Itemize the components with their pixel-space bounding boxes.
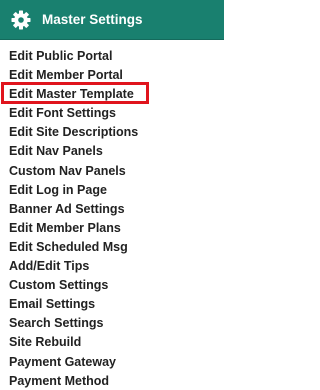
menu-item-banner-ad-settings[interactable]: Banner Ad Settings	[0, 200, 224, 219]
menu-item-site-rebuild[interactable]: Site Rebuild	[0, 333, 224, 352]
menu-item-custom-nav-panels[interactable]: Custom Nav Panels	[0, 162, 224, 181]
menu-item-edit-font-settings[interactable]: Edit Font Settings	[0, 104, 224, 123]
menu-item-edit-log-in-page[interactable]: Edit Log in Page	[0, 181, 224, 200]
panel-header[interactable]: Master Settings	[0, 0, 224, 40]
menu-item-payment-gateway[interactable]: Payment Gateway	[0, 353, 224, 372]
menu-item-label: Edit Member Portal	[9, 68, 123, 83]
menu-item-label: Email Settings	[9, 297, 96, 312]
menu-item-edit-scheduled-msg[interactable]: Edit Scheduled Msg	[0, 238, 224, 257]
gear-icon	[11, 10, 31, 30]
menu-item-label: Edit Site Descriptions	[9, 125, 139, 140]
menu-item-edit-public-portal[interactable]: Edit Public Portal	[0, 47, 224, 66]
menu-item-label: Custom Settings	[9, 278, 109, 293]
menu-item-edit-member-plans[interactable]: Edit Member Plans	[0, 219, 224, 238]
menu-item-label: Edit Master Template	[9, 87, 134, 102]
master-settings-panel: Master Settings Edit Public Portal Edit …	[0, 0, 224, 390]
menu-item-edit-nav-panels[interactable]: Edit Nav Panels	[0, 142, 224, 161]
menu-item-edit-master-template[interactable]: Edit Master Template	[0, 82, 224, 105]
menu-item-edit-site-descriptions[interactable]: Edit Site Descriptions	[0, 123, 224, 142]
menu-item-label: Edit Scheduled Msg	[9, 239, 128, 254]
menu-item-label: Site Rebuild	[9, 335, 82, 350]
menu-item-label: Add/Edit Tips	[9, 259, 90, 274]
menu-item-label: Edit Public Portal	[9, 49, 113, 63]
menu-item-label: Payment Method	[9, 373, 110, 388]
menu-item-custom-settings[interactable]: Custom Settings	[0, 276, 224, 295]
menu-item-edit-member-portal[interactable]: Edit Member Portal	[0, 66, 224, 85]
menu-item-label: Edit Nav Panels	[9, 144, 103, 159]
panel-title: Master Settings	[42, 12, 143, 27]
menu-item-search-settings[interactable]: Search Settings	[0, 314, 224, 333]
menu-item-label: Edit Log in Page	[9, 182, 107, 197]
menu-item-email-settings[interactable]: Email Settings	[0, 295, 224, 314]
menu-item-label: Banner Ad Settings	[9, 201, 125, 216]
menu-item-label: Search Settings	[9, 316, 104, 331]
menu-item-label: Edit Member Plans	[9, 220, 121, 235]
menu-item-label: Edit Font Settings	[9, 106, 116, 121]
menu-item-label: Custom Nav Panels	[9, 163, 126, 178]
menu-item-label: Payment Gateway	[9, 354, 116, 369]
menu-item-payment-method[interactable]: Payment Method	[0, 372, 224, 390]
menu-item-add-edit-tips[interactable]: Add/Edit Tips	[0, 257, 224, 276]
settings-menu: Edit Public Portal Edit Member Portal Ed…	[0, 47, 224, 390]
